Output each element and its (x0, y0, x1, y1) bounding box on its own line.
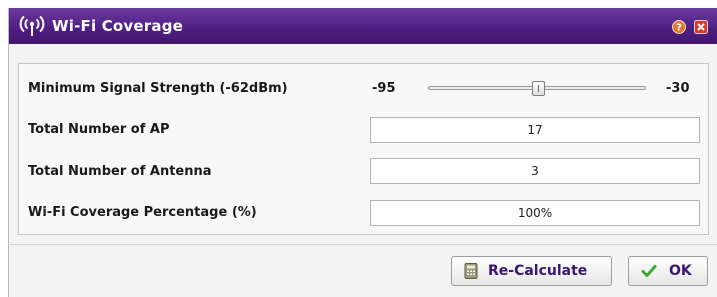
dialog-title: Wi-Fi Coverage (52, 17, 184, 35)
total-ap-label: Total Number of AP (28, 122, 170, 137)
total-ap-field[interactable]: 17 (370, 117, 700, 143)
ok-label: OK (669, 263, 692, 279)
checkmark-icon (641, 265, 657, 277)
recalculate-label: Re-Calculate (488, 263, 588, 279)
total-antenna-label: Total Number of Antenna (28, 164, 212, 179)
signal-strength-slider-handle[interactable] (532, 81, 545, 96)
signal-strength-label: Minimum Signal Strength (-62dBm) (28, 81, 288, 96)
ok-button[interactable]: OK (628, 256, 708, 286)
coverage-percentage-label: Wi-Fi Coverage Percentage (%) (28, 205, 257, 220)
recalculate-button[interactable]: Re-Calculate (451, 256, 612, 286)
total-antenna-field[interactable]: 3 (370, 158, 700, 184)
wifi-coverage-dialog: Wi-Fi Coverage ? (8, 8, 717, 297)
dialog-titlebar: Wi-Fi Coverage ? (9, 8, 717, 44)
calculator-icon (464, 263, 478, 279)
slider-max-label: -30 (666, 81, 690, 96)
close-icon[interactable] (694, 20, 708, 34)
coverage-percentage-field[interactable]: 100% (370, 200, 700, 226)
slider-min-label: -95 (372, 81, 396, 96)
wifi-broadcast-icon (19, 15, 45, 36)
help-icon[interactable]: ? (672, 20, 686, 34)
svg-text:?: ? (676, 23, 682, 34)
footer-separator (8, 244, 717, 245)
